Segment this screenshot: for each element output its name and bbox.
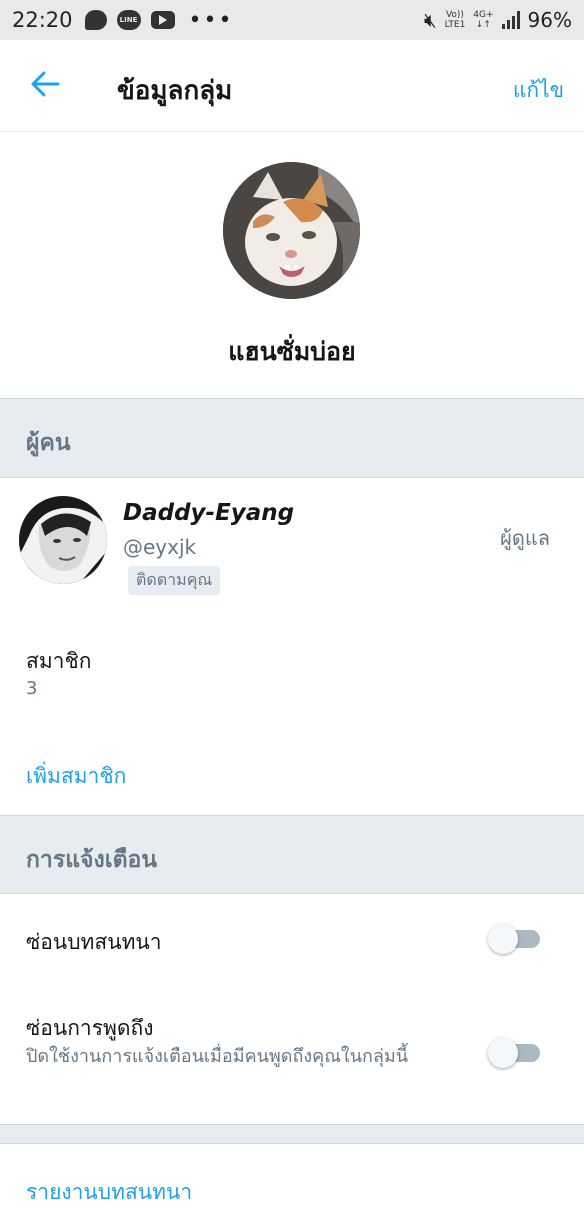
hide-mentions-toggle[interactable] bbox=[488, 1036, 542, 1068]
line-app-icon: LINE bbox=[116, 10, 141, 30]
report-section-divider bbox=[0, 1124, 584, 1144]
member-avatar-image bbox=[19, 496, 107, 584]
group-profile: แฮนซั่มบ่อย bbox=[0, 132, 584, 398]
back-button[interactable] bbox=[26, 64, 66, 104]
youtube-icon bbox=[150, 11, 175, 29]
hide-conversation-row: ซ่อนบทสนทนา bbox=[0, 894, 584, 984]
hide-mentions-label: ซ่อนการพูดถึง bbox=[26, 1016, 154, 1040]
member-handle: @eyxjk bbox=[123, 535, 197, 559]
volte-text: Vo)) bbox=[445, 10, 464, 20]
hide-mentions-row: ซ่อนการพูดถึง ปิดใช้งานการแจ้งเตือนเมื่อ… bbox=[0, 1000, 584, 1110]
notifications-section-header: การแจ้งเตือน bbox=[0, 815, 584, 894]
toggle-knob bbox=[488, 924, 518, 954]
network-text: 4G+ bbox=[473, 10, 494, 20]
status-time: 22:20 bbox=[12, 8, 73, 32]
group-name: แฮนซั่มบ่อย bbox=[228, 337, 356, 366]
volte-icon: Vo)) LTE1 bbox=[445, 10, 466, 30]
hide-conversation-toggle[interactable] bbox=[488, 922, 542, 954]
people-section-header: ผู้คน bbox=[0, 398, 584, 478]
lte-text: LTE1 bbox=[444, 20, 466, 30]
battery-level: 96% bbox=[527, 8, 572, 32]
follows-you-badge: ติดตามคุณ bbox=[128, 566, 221, 595]
member-display-name: Daddy-Eyang bbox=[123, 500, 295, 526]
cat-avatar-image bbox=[223, 162, 360, 299]
member-row[interactable]: Daddy-Eyang @eyxjk ติดตามคุณ ผู้ดูแล bbox=[0, 478, 584, 608]
group-avatar[interactable] bbox=[223, 162, 360, 299]
network-icon: 4G+ ↓↑ bbox=[473, 10, 494, 30]
toggle-knob bbox=[488, 1038, 518, 1068]
more-dots-icon: ••• bbox=[188, 7, 234, 33]
signal-icon bbox=[501, 11, 520, 29]
add-member-link[interactable]: เพิ่มสมาชิก bbox=[26, 760, 126, 793]
members-label: สมาชิก bbox=[26, 649, 92, 673]
chat-bubble-icon bbox=[84, 10, 107, 30]
people-section-title: ผู้คน bbox=[26, 430, 71, 456]
hide-mentions-description: ปิดใช้งานการแจ้งเตือนเมื่อมีคนพูดถึงคุณใ… bbox=[26, 1046, 409, 1067]
status-bar: 22:20 LINE ••• 🔇︎ Vo)) LTE1 4G+ ↓↑ 96% bbox=[0, 0, 584, 40]
back-arrow-icon bbox=[31, 71, 60, 97]
mute-icon: 🔇︎ bbox=[424, 8, 437, 32]
report-conversation-link[interactable]: รายงานบทสนทนา bbox=[26, 1176, 192, 1209]
admin-role-label: ผู้ดูแล bbox=[500, 526, 550, 550]
avatar bbox=[19, 496, 107, 584]
top-app-bar: ข้อมูลกลุ่ม แก้ไข bbox=[0, 40, 584, 132]
members-count: 3 bbox=[26, 678, 38, 699]
hide-conversation-label: ซ่อนบทสนทนา bbox=[26, 930, 162, 954]
edit-button[interactable]: แก้ไข bbox=[513, 74, 564, 107]
notifications-section-title: การแจ้งเตือน bbox=[26, 847, 158, 873]
page-title: ข้อมูลกลุ่ม bbox=[117, 76, 233, 106]
